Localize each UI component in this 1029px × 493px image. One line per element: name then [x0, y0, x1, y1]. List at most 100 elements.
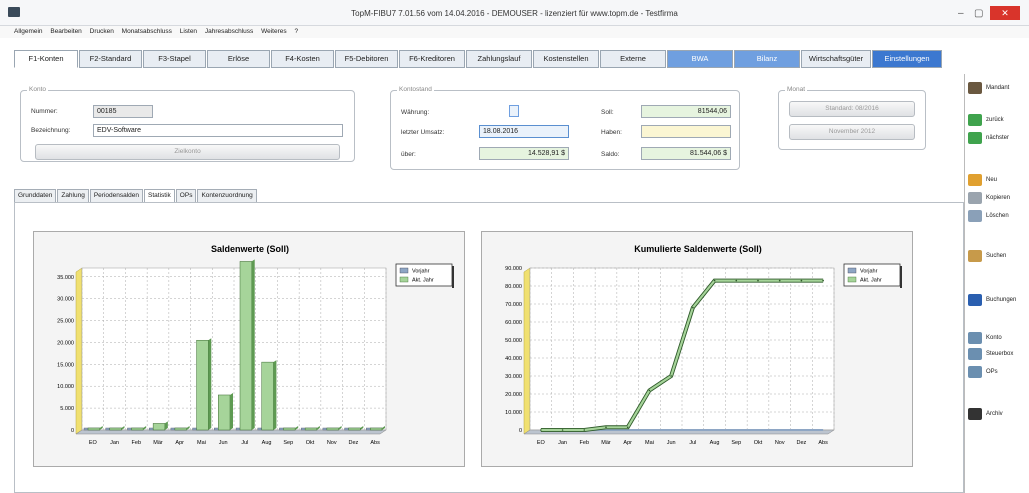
menu-bearbeiten[interactable]: Bearbeiten	[50, 28, 81, 35]
ops-icon	[968, 366, 982, 378]
waehrung-select[interactable]	[509, 105, 519, 117]
x-tick-label: Sep	[283, 440, 293, 446]
sidebar-item-label: nächster	[986, 135, 1010, 141]
sidebar-item-4[interactable]: Kopieren	[966, 190, 1029, 206]
sidebar-item-7[interactable]: Buchungen	[966, 292, 1029, 308]
nummer-field[interactable]: 00185	[93, 105, 153, 118]
menu-listen[interactable]: Listen	[180, 28, 197, 35]
arrow-right-icon	[968, 132, 982, 144]
x-tick-label: Jul	[241, 440, 248, 446]
tab-3[interactable]: Erlöse	[207, 50, 270, 68]
sidebar-item-10[interactable]: OPs	[966, 364, 1029, 380]
bar-side	[230, 392, 233, 430]
tab-7[interactable]: Zahlungslauf	[466, 50, 532, 68]
waehrung-label: Währung:	[401, 109, 430, 116]
haben-label: Haben:	[601, 129, 622, 136]
sidebar-item-11[interactable]: Archiv	[966, 406, 1029, 422]
minimize-button[interactable]: –	[958, 8, 964, 19]
subtab-kontenzuordnung[interactable]: Kontenzuordnung	[197, 189, 257, 203]
x-tick-label: Feb	[132, 440, 141, 446]
point	[692, 306, 694, 309]
subtab-zahlung[interactable]: Zahlung	[57, 189, 89, 203]
bar-akt-jahr	[131, 427, 144, 431]
saldenwerte-chart: Saldenwerte (Soll) 0 5.000 10.000 15.000 20.0…	[57, 244, 454, 446]
legend-swatch-vorjahr	[847, 267, 857, 274]
tab-5[interactable]: F5-Debitoren	[335, 50, 398, 68]
tab-4[interactable]: F4-Kosten	[271, 50, 334, 68]
monat-group-label: Monat	[785, 86, 808, 93]
konto-group: Konto Nummer: 00185 Bezeichnung: EDV-Sof…	[20, 86, 355, 162]
tab-12[interactable]: Wirtschaftsgüter	[801, 50, 871, 68]
y-tick-label: 0	[519, 428, 522, 434]
tab-1[interactable]: F2-Standard	[79, 50, 142, 68]
y-tick-label: 20.000	[505, 392, 522, 398]
y-tick-label: 10.000	[505, 410, 522, 416]
sidebar-item-5[interactable]: Löschen	[966, 208, 1029, 224]
sidebar-item-9[interactable]: Steuerbox	[966, 346, 1029, 362]
standard-month-button[interactable]: Standard: 08/2016	[789, 101, 915, 117]
delete-icon	[968, 210, 982, 222]
y-tick-label: 50.000	[505, 338, 522, 344]
close-button[interactable]: ✕	[990, 6, 1020, 20]
monat-group: Monat Standard: 08/2016 November 2012	[778, 86, 926, 150]
x-tick-label: Apr	[623, 440, 632, 446]
sidebar-item-6[interactable]: Suchen	[966, 248, 1029, 264]
tab-10[interactable]: BWA	[667, 50, 733, 68]
subtab-statistik[interactable]: Statistik	[144, 189, 175, 203]
tab-6[interactable]: F6-Kreditoren	[399, 50, 465, 68]
window-title: TopM-FIBU7 7.01.56 vom 14.04.2016 - DEMO…	[351, 9, 678, 18]
x-tick-label: Aug	[262, 440, 272, 446]
sidebar-item-8[interactable]: Konto	[966, 330, 1029, 346]
title-bar: TopM-FIBU7 7.01.56 vom 14.04.2016 - DEMO…	[0, 0, 1029, 26]
sidebar-item-label: Konto	[986, 335, 1002, 341]
x-tick-label: Okt	[306, 440, 315, 446]
tab-8[interactable]: Kostenstellen	[533, 50, 599, 68]
y-tick-label: 70.000	[505, 302, 522, 308]
haben-field	[641, 125, 731, 138]
x-tick-label: EO	[537, 440, 546, 446]
sidebar-item-0[interactable]: Mandant	[966, 80, 1029, 96]
tab-2[interactable]: F3-Stapel	[143, 50, 206, 68]
sidebar-item-2[interactable]: nächster	[966, 130, 1029, 146]
subtab-ops[interactable]: OPs	[175, 189, 197, 203]
tab-13[interactable]: Einstellungen	[872, 50, 942, 68]
tab-0[interactable]: F1-Konten	[14, 50, 78, 68]
kontostand-group-label: Kontostand	[397, 86, 434, 93]
menu-weiteres[interactable]: Weiteres	[261, 28, 287, 35]
bar-side	[251, 259, 255, 430]
menu-monatsabschluss[interactable]: Monatsabschluss	[122, 28, 172, 35]
zielkonto-button[interactable]: Zielkonto	[35, 144, 340, 160]
saldo-field: 81.544,06 $	[641, 147, 731, 160]
main-tabs: F1-Konten F2-Standard F3-Stapel Erlöse F4-Ko…	[14, 50, 943, 68]
menu-help[interactable]: ?	[294, 28, 298, 35]
menu-bar: Allgemein Bearbeiten Drucken Monatsabsch…	[0, 26, 1029, 38]
letzter-umsatz-field[interactable]: 18.08.2016	[479, 125, 569, 138]
maximize-button[interactable]: ▢	[974, 8, 983, 19]
tab-11[interactable]: Bilanz	[734, 50, 800, 68]
bar-akt-jahr	[152, 423, 166, 431]
bar-akt-jahr	[370, 427, 383, 431]
bezeichnung-field[interactable]: EDV-Software	[93, 124, 343, 137]
tab-9[interactable]: Externe	[600, 50, 666, 68]
subtab-grunddaten[interactable]: Grunddaten	[14, 189, 57, 203]
menu-allgemein[interactable]: Allgemein	[14, 28, 43, 35]
bezeichnung-label: Bezeichnung:	[31, 127, 71, 134]
sidebar-item-3[interactable]: Neu	[966, 172, 1029, 188]
sidebar-item-1[interactable]: zurück	[966, 112, 1029, 128]
x-tick-label: Feb	[580, 440, 589, 446]
nummer-label: Nummer:	[31, 108, 58, 115]
archive-icon	[968, 408, 982, 420]
search-icon	[968, 250, 982, 262]
point	[540, 429, 542, 431]
november-button[interactable]: November 2012	[789, 124, 915, 140]
bar-side	[273, 360, 277, 430]
point	[670, 375, 672, 377]
x-tick-label: EO	[89, 440, 98, 446]
menu-jahresabschluss[interactable]: Jahresabschluss	[205, 28, 253, 35]
subtab-periodensalden[interactable]: Periodensalden	[89, 189, 144, 203]
x-tick-label: Mär	[153, 440, 163, 446]
menu-drucken[interactable]: Drucken	[90, 28, 114, 35]
bar-akt-jahr	[87, 427, 100, 431]
soll-field: 81544,06	[641, 105, 731, 118]
y-tick-label: 25.000	[57, 319, 74, 325]
